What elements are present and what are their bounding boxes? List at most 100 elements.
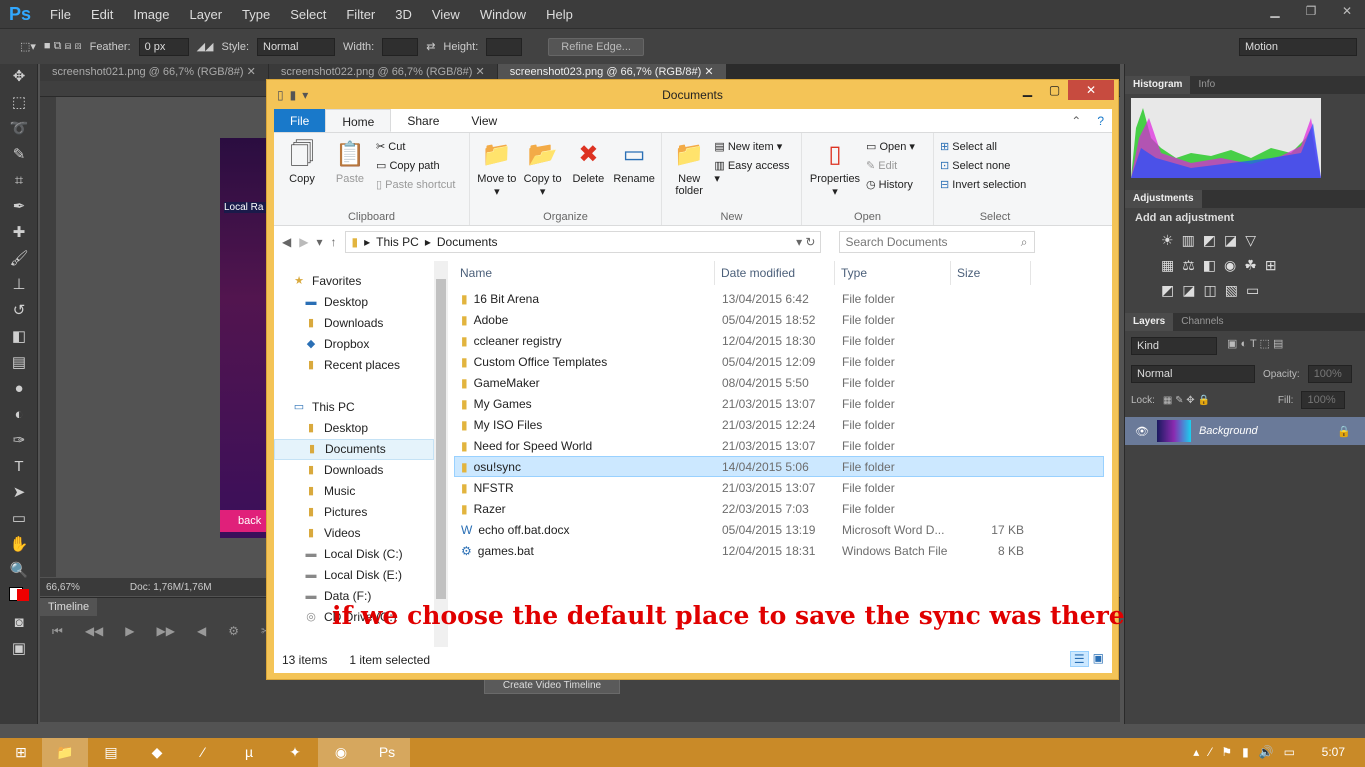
file-row[interactable]: ▮ Razer 22/03/2015 7:03 File folder xyxy=(454,498,1104,519)
gradient-map-icon[interactable]: ▭ xyxy=(1246,282,1259,299)
help-icon[interactable]: ? xyxy=(1089,109,1112,132)
maximize-icon[interactable]: ▢ xyxy=(1041,80,1068,100)
menu-view[interactable]: View xyxy=(422,7,470,22)
eyedropper-icon[interactable]: ✒ xyxy=(0,194,38,220)
file-row[interactable]: ▮ Custom Office Templates 05/04/2015 12:09… xyxy=(454,351,1104,372)
explorer-taskbar-icon[interactable]: 📁 xyxy=(42,738,88,767)
quick-mask-icon[interactable]: ◙ xyxy=(0,610,38,636)
prev-frame-icon[interactable]: ◀◀ xyxy=(85,624,103,639)
nav-this-pc[interactable]: ▭ This PC xyxy=(274,397,434,418)
nav-fav-dropbox[interactable]: ◆ Dropbox xyxy=(274,334,434,355)
tray-chevron-icon[interactable]: ▴ xyxy=(1193,738,1199,767)
move-to-button[interactable]: 📁 Move to ▾ xyxy=(476,137,518,221)
app-taskbar-icon[interactable]: ✦ xyxy=(272,738,318,767)
windows-start-icon[interactable]: ⊞ xyxy=(0,738,42,767)
tab-histogram[interactable]: Histogram xyxy=(1125,76,1191,94)
zoom-level[interactable]: 66,67% xyxy=(46,582,80,593)
menu-filter[interactable]: Filter xyxy=(336,7,385,22)
vibrance-icon[interactable]: ▽ xyxy=(1245,232,1256,249)
copy-to-button[interactable]: 📂 Copy to ▾ xyxy=(522,137,564,221)
tab-info[interactable]: Info xyxy=(1190,76,1223,94)
settings-icon[interactable]: ⚙ xyxy=(228,624,239,639)
file-row[interactable]: ▮ osu!sync 14/04/2015 5:06 File folder xyxy=(454,456,1104,477)
browser-taskbar-icon[interactable]: ◉ xyxy=(318,738,364,767)
address-dropdown-icon[interactable]: ▾ ↻ xyxy=(796,235,819,249)
details-view-icon[interactable]: ☰ xyxy=(1069,651,1089,667)
nav-pc-desktop[interactable]: ▮ Desktop xyxy=(274,418,434,439)
breadcrumb-this-pc[interactable]: This PC xyxy=(376,235,419,249)
layer-kind-select[interactable]: Kind xyxy=(1131,337,1217,355)
pen-tool-icon[interactable]: ✑ xyxy=(0,428,38,454)
refine-edge-button[interactable]: Refine Edge... xyxy=(548,37,644,56)
dodge-tool-icon[interactable]: ◐ xyxy=(0,402,38,428)
anti-alias-icon[interactable]: ◢◢ xyxy=(197,40,214,53)
invert-selection-button[interactable]: ⊟ Invert selection xyxy=(940,178,1026,191)
stamp-tool-icon[interactable]: ⊥ xyxy=(0,272,38,298)
paste-shortcut-button[interactable]: ▯ Paste shortcut xyxy=(376,178,455,191)
balance-icon[interactable]: ⚖ xyxy=(1182,257,1195,274)
style-select[interactable]: Normal xyxy=(257,37,335,56)
nav-pc-videos[interactable]: ▮ Videos xyxy=(274,523,434,544)
close-icon[interactable]: ✕ xyxy=(704,66,713,78)
tab-view[interactable]: View xyxy=(455,109,513,132)
shape-tool-icon[interactable]: ▭ xyxy=(0,506,38,532)
height-input[interactable] xyxy=(486,37,523,56)
menu-window[interactable]: Window xyxy=(470,7,536,22)
nav-pc-pictures[interactable]: ▮ Pictures xyxy=(274,502,434,523)
tab-home[interactable]: Home xyxy=(325,109,392,132)
address-bar[interactable]: ▮ ▸ This PC ▸ Documents ▾ ↻ xyxy=(344,231,821,253)
file-row[interactable]: ▮ NFSTR 21/03/2015 13:07 File folder xyxy=(454,477,1104,498)
lasso-tool-icon[interactable]: ➰ xyxy=(0,116,38,142)
lookup-icon[interactable]: ⊞ xyxy=(1265,257,1277,274)
file-row[interactable]: ▮ My Games 21/03/2015 13:07 File folder xyxy=(454,393,1104,414)
levels-icon[interactable]: ▥ xyxy=(1182,232,1195,249)
menu-3d[interactable]: 3D xyxy=(385,7,422,22)
file-row[interactable]: ▮ ccleaner registry 12/04/2015 18:30 File f… xyxy=(454,330,1104,351)
healing-brush-icon[interactable]: ✚ xyxy=(0,220,38,246)
history-button[interactable]: ◷ History xyxy=(866,178,915,191)
rename-button[interactable]: ▭ Rename xyxy=(613,137,655,221)
tray-osu-icon[interactable]: ⁄ xyxy=(1209,738,1211,767)
brush-tool-icon[interactable]: 🖌 xyxy=(0,246,38,272)
swap-icon[interactable]: ⇄ xyxy=(426,40,435,53)
file-row[interactable]: ▮ Adobe 05/04/2015 18:52 File folder xyxy=(454,309,1104,330)
layer-background[interactable]: 👁 Background 🔒 xyxy=(1125,417,1365,445)
threshold-icon[interactable]: ◫ xyxy=(1203,282,1216,299)
large-icons-view-icon[interactable]: ▣ xyxy=(1093,651,1104,667)
brightness-icon[interactable]: ☀ xyxy=(1161,232,1174,249)
menu-file[interactable]: File xyxy=(40,7,81,22)
utorrent-taskbar-icon[interactable]: µ xyxy=(226,738,272,767)
selection-mode-icons[interactable]: ■ ⧉ ⧈ ⧇ xyxy=(44,40,82,53)
new-item-button[interactable]: ▤ New item ▾ xyxy=(714,140,795,153)
dropbox-taskbar-icon[interactable]: ◆ xyxy=(134,738,180,767)
back-arrow-icon[interactable]: ◀ xyxy=(282,235,291,249)
screen-mode-icon[interactable]: ▣ xyxy=(0,636,38,662)
fill-input[interactable]: 100% xyxy=(1301,391,1346,409)
posterize-icon[interactable]: ◪ xyxy=(1182,282,1195,299)
nav-fav-downloads[interactable]: ▮ Downloads xyxy=(274,313,434,334)
cut-button[interactable]: ✂ Cut xyxy=(376,140,455,153)
nav-scrollbar[interactable] xyxy=(434,261,448,647)
nav-pc-disk-c[interactable]: ▬ Local Disk (C:) xyxy=(274,544,434,565)
delete-button[interactable]: ✖ Delete xyxy=(568,137,610,221)
nav-favorites[interactable]: ★ Favorites xyxy=(274,271,434,292)
workspace-select[interactable]: Motion xyxy=(1239,37,1357,56)
nav-pc-music[interactable]: ▮ Music xyxy=(274,481,434,502)
tab-layers[interactable]: Layers xyxy=(1125,313,1174,331)
search-box[interactable]: Search Documents ⌕ xyxy=(838,231,1035,253)
breadcrumb-documents[interactable]: Documents xyxy=(437,235,498,249)
photoshop-taskbar-icon[interactable]: Ps xyxy=(364,738,410,767)
photo-filter-icon[interactable]: ◉ xyxy=(1224,257,1236,274)
column-type[interactable]: Type xyxy=(835,261,951,285)
copy-path-button[interactable]: ▭ Copy path xyxy=(376,159,455,172)
visibility-icon[interactable]: 👁 xyxy=(1135,425,1149,438)
close-icon[interactable]: ✕ xyxy=(475,66,484,78)
tray-power-icon[interactable]: ▭ xyxy=(1284,738,1295,767)
hand-tool-icon[interactable]: ✋ xyxy=(0,532,38,558)
lock-icons[interactable]: ▦ ✎ ✥ 🔒 xyxy=(1163,395,1210,406)
type-tool-icon[interactable]: T xyxy=(0,454,38,480)
column-size[interactable]: Size xyxy=(951,261,1031,285)
chevron-up-icon[interactable]: ⌃ xyxy=(1063,109,1089,132)
play-icon[interactable]: ▶ xyxy=(125,624,134,639)
properties-button[interactable]: ▯ Properties ▾ xyxy=(808,137,862,221)
